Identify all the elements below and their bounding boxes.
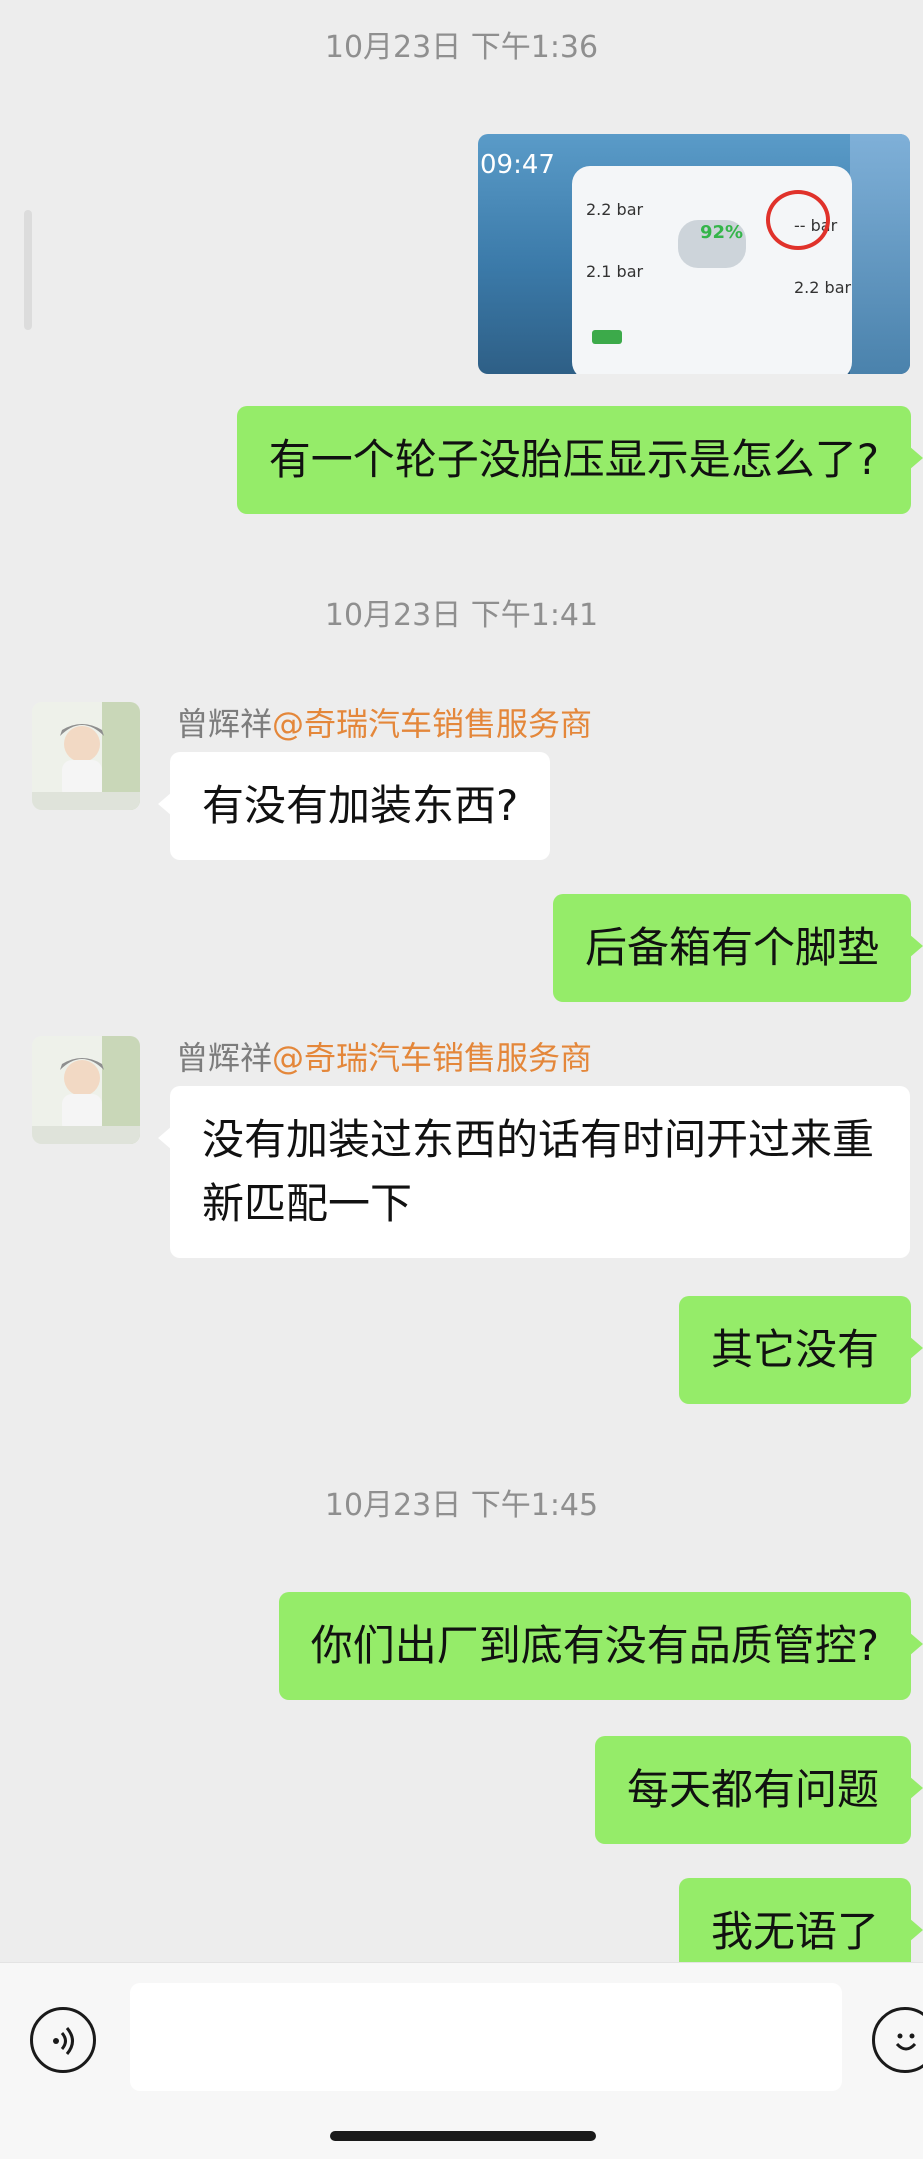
message-text: 有没有加装东西?: [202, 781, 519, 830]
message-bubble-outgoing[interactable]: 有一个轮子没胎压显示是怎么了?: [236, 406, 923, 514]
message-text: 每天都有问题: [626, 1765, 879, 1814]
home-indicator: [330, 2131, 596, 2141]
photo-battery: 92%: [700, 222, 744, 243]
timestamp: 10月23日 下午1:41: [324, 598, 599, 633]
sender-org: @奇瑞汽车销售服务商: [272, 705, 593, 743]
voice-glyph: [53, 2027, 74, 2055]
bubble-tail: [909, 934, 923, 958]
bubble-tail: [158, 1126, 172, 1150]
message-text: 其它没有: [710, 1325, 879, 1374]
bubble-tail: [909, 1918, 923, 1942]
photo-background: [850, 134, 910, 374]
message-input[interactable]: [130, 1983, 842, 2091]
sender-name-line: 曾辉祥@奇瑞汽车销售服务商: [176, 704, 592, 744]
voice-icon[interactable]: [30, 2007, 96, 2073]
photo-clock: 09:47: [480, 150, 555, 180]
sender-name: 曾辉祥: [176, 705, 273, 743]
photo-tire-rl: 2.1 bar: [586, 262, 644, 281]
timestamp: 10月23日 下午1:36: [324, 30, 599, 65]
message-bubble-incoming[interactable]: 有没有加装东西?: [158, 752, 551, 860]
sender-name: 曾辉祥: [176, 1039, 273, 1077]
scroll-indicator[interactable]: [24, 210, 32, 330]
avatar-image: [32, 1036, 140, 1144]
message-bubble-incoming[interactable]: 没有加装过东西的话有时间开过来重新匹配一下: [158, 1086, 910, 1258]
sender-org: @奇瑞汽车销售服务商: [272, 1039, 593, 1077]
bubble-tail: [158, 792, 172, 816]
avatar[interactable]: [32, 702, 140, 810]
message-bubble-outgoing[interactable]: 后备箱有个脚垫: [552, 894, 923, 1002]
bubble-tail: [909, 446, 923, 470]
timestamp: 10月23日 下午1:45: [324, 1488, 599, 1523]
message-text: 有一个轮子没胎压显示是怎么了?: [268, 435, 879, 484]
message-text: 你们出厂到底有没有品质管控?: [310, 1621, 879, 1670]
avatar[interactable]: [32, 1036, 140, 1144]
message-text: 我无语了: [710, 1907, 879, 1956]
message-bubble-outgoing[interactable]: 你们出厂到底有没有品质管控?: [278, 1592, 923, 1700]
bubble-tail: [909, 1776, 923, 1800]
photo-tire-rr: 2.2 bar: [794, 278, 852, 297]
bubble-tail: [909, 1336, 923, 1360]
photo-red-circle: [766, 190, 830, 250]
message-text: 后备箱有个脚垫: [584, 923, 879, 972]
input-bar: [0, 1962, 923, 2159]
sender-name-line: 曾辉祥@奇瑞汽车销售服务商: [176, 1038, 592, 1078]
photo-status-bar: [592, 330, 622, 344]
bubble-tail: [909, 1632, 923, 1656]
message-text: 没有加装过东西的话有时间开过来重新匹配一下: [202, 1115, 875, 1228]
avatar-image: [32, 702, 140, 810]
message-bubble-outgoing[interactable]: 其它没有: [678, 1296, 923, 1404]
photo-message[interactable]: 09:47 2.2 bar 2.1 bar -- bar 2.2 bar 92%: [478, 134, 910, 374]
message-bubble-outgoing[interactable]: 每天都有问题: [594, 1736, 923, 1844]
emoji-glyph: [895, 2033, 917, 2051]
photo-tire-fl: 2.2 bar: [586, 200, 644, 219]
emoji-icon[interactable]: [872, 2007, 923, 2073]
